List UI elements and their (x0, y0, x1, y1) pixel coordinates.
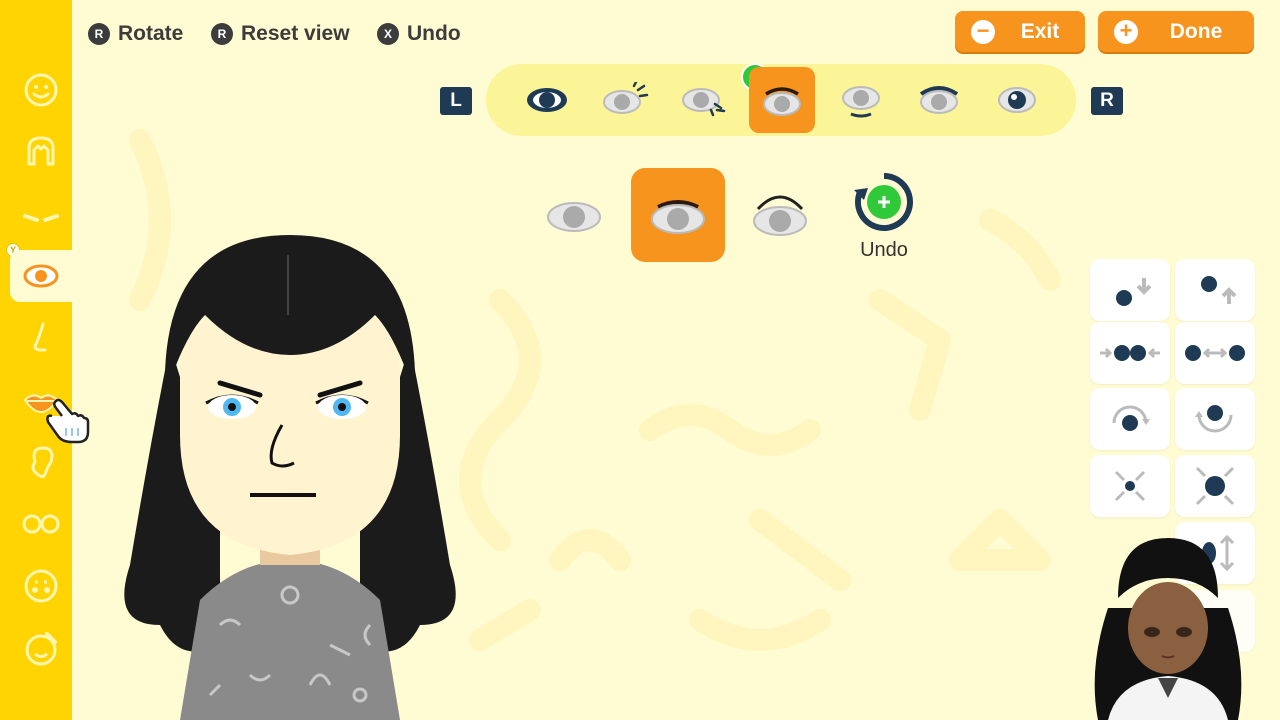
mii-avatar-preview[interactable] (110, 225, 470, 720)
minus-icon: − (971, 19, 995, 44)
rotate-ccw-icon (1195, 405, 1233, 433)
farther-button[interactable] (1175, 322, 1255, 384)
reset-view-label: Reset view (241, 22, 350, 45)
rotate-hint[interactable]: R Rotate (88, 22, 183, 46)
move-down-icon (1116, 278, 1152, 306)
closer-button[interactable] (1090, 322, 1170, 384)
face-icon[interactable] (10, 64, 72, 116)
closer-icon (1100, 345, 1160, 361)
option-arched-lid-line[interactable] (733, 168, 827, 262)
l-button-icon[interactable]: L (440, 87, 472, 115)
exit-button[interactable]: − Exit (955, 11, 1085, 52)
shrink-icon (1114, 470, 1146, 502)
r-button-icon[interactable]: R (1091, 87, 1123, 115)
tab-eye-size[interactable] (672, 67, 738, 133)
done-label: Done (1169, 19, 1223, 43)
undo-hint[interactable]: X Undo (377, 22, 461, 46)
option-thick-lid-line[interactable] (631, 168, 725, 262)
tab-eye-color[interactable] (593, 67, 659, 133)
undo-tile-label: Undo (860, 239, 908, 261)
nose-icon[interactable] (10, 312, 72, 364)
rotate-ccw-button[interactable] (1175, 388, 1255, 450)
eyes-icon[interactable] (10, 250, 72, 302)
rotate-cw-button[interactable] (1090, 388, 1170, 450)
move-down-button[interactable] (1090, 259, 1170, 321)
move-up-button[interactable] (1175, 259, 1255, 321)
rotate-label: Rotate (118, 22, 184, 45)
undo-arrow-icon (854, 173, 913, 231)
eyebrows-icon[interactable] (10, 188, 72, 240)
x-button-icon: X (377, 23, 399, 45)
hair-icon[interactable] (10, 126, 72, 178)
undo-tile[interactable]: Undo (848, 170, 920, 262)
accessories-icon[interactable] (10, 622, 72, 674)
done-button[interactable]: + Done (1098, 11, 1254, 52)
option-no-lid-line[interactable] (527, 168, 621, 262)
farther-icon (1185, 345, 1245, 361)
smaller-button[interactable] (1090, 455, 1170, 517)
hand-cursor-icon (46, 398, 90, 444)
larger-button[interactable] (1175, 455, 1255, 517)
category-sidebar: Y (0, 0, 72, 720)
tab-eye-rotation[interactable] (906, 67, 972, 133)
tab-eye-lid[interactable] (749, 67, 815, 133)
move-up-icon (1201, 276, 1237, 304)
tab-eye-type[interactable] (514, 67, 580, 133)
plus-icon: + (1114, 19, 1138, 44)
glasses-icon[interactable] (10, 498, 72, 550)
exit-label: Exit (1020, 19, 1060, 43)
streamer-avatar-overlay (1094, 538, 1242, 720)
makeup-icon[interactable] (10, 560, 72, 612)
right-stick-press-icon: R (211, 23, 233, 45)
tab-eye-highlight[interactable] (984, 67, 1050, 133)
right-stick-icon: R (88, 23, 110, 45)
rotate-cw-icon (1112, 405, 1150, 431)
tab-eye-position[interactable] (828, 67, 894, 133)
enlarge-icon (1195, 466, 1235, 506)
reset-view-hint[interactable]: R Reset view (211, 22, 350, 46)
undo-hint-label: Undo (407, 22, 461, 45)
